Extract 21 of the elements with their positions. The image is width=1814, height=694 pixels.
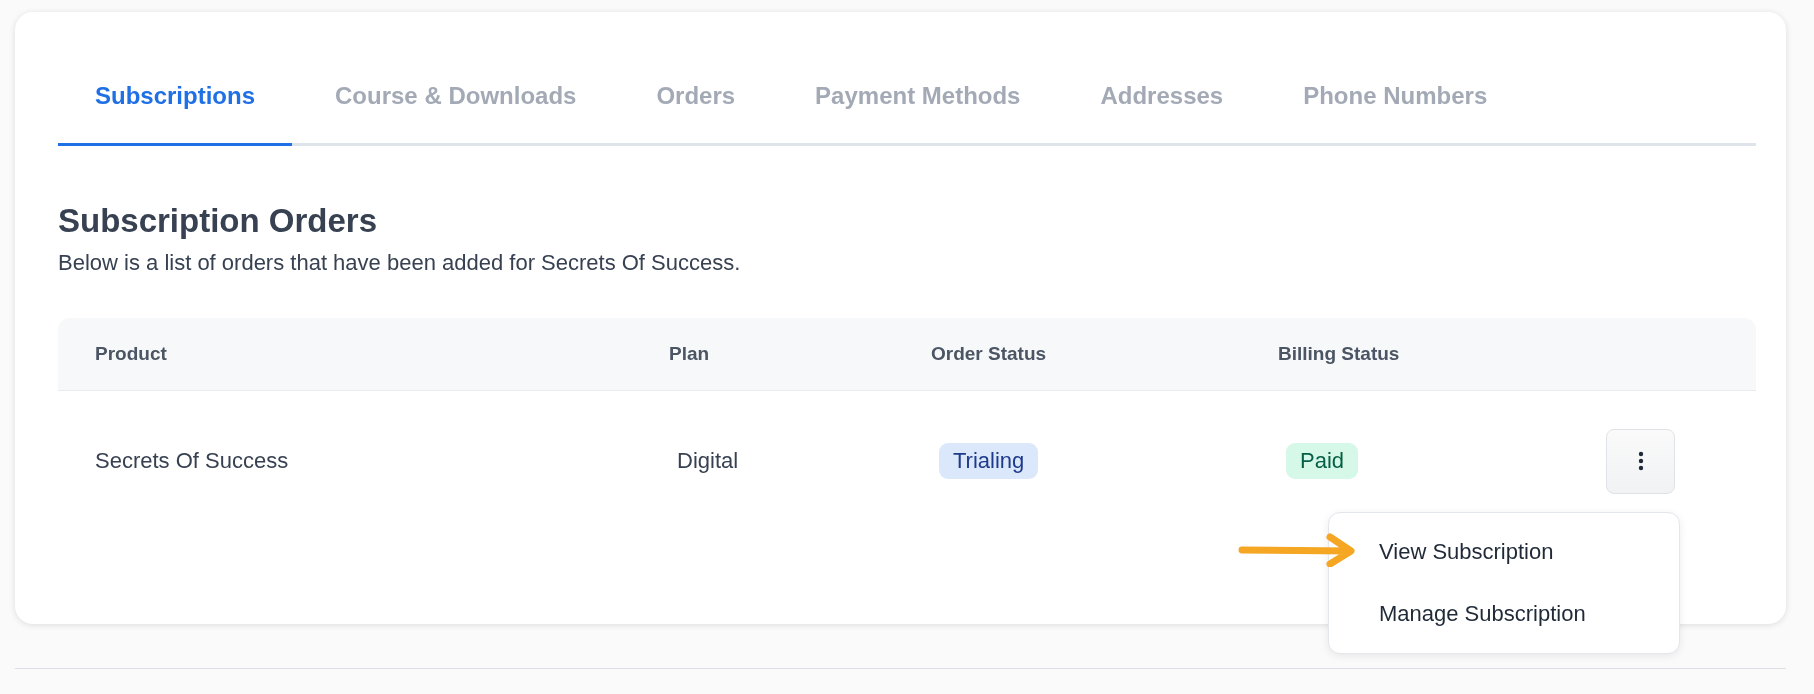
more-button[interactable] [1606,428,1675,494]
menu-item[interactable]: View Subscription [1329,520,1679,583]
tab[interactable]: Subscriptions [58,74,293,146]
tab[interactable]: Payment Methods [778,74,1058,146]
table-cell-text: Digital [676,448,740,474]
column-header: Billing Status [1278,343,1401,365]
column-header: Order Status [931,343,1048,365]
section-heading: Subscription Orders [58,202,379,240]
arrow-icon [1238,532,1356,567]
column-header: Plan [669,343,711,365]
status-badge: Paid [1286,443,1359,479]
tab[interactable]: Course & Downloads [298,74,614,146]
tab[interactable]: Phone Numbers [1266,74,1525,146]
vertical-dots-icon [1637,451,1644,471]
column-header: Product [95,343,168,365]
status-badge: Trialing [939,443,1039,479]
menu-item[interactable]: Manage Subscription [1329,582,1679,645]
section-description: Below is a list of orders that have been added for Secrets Of Success. [58,250,742,276]
tab[interactable]: Addresses [1063,74,1261,146]
table-cell-text: Secrets Of Success [95,448,290,474]
tab[interactable]: Orders [619,74,773,146]
